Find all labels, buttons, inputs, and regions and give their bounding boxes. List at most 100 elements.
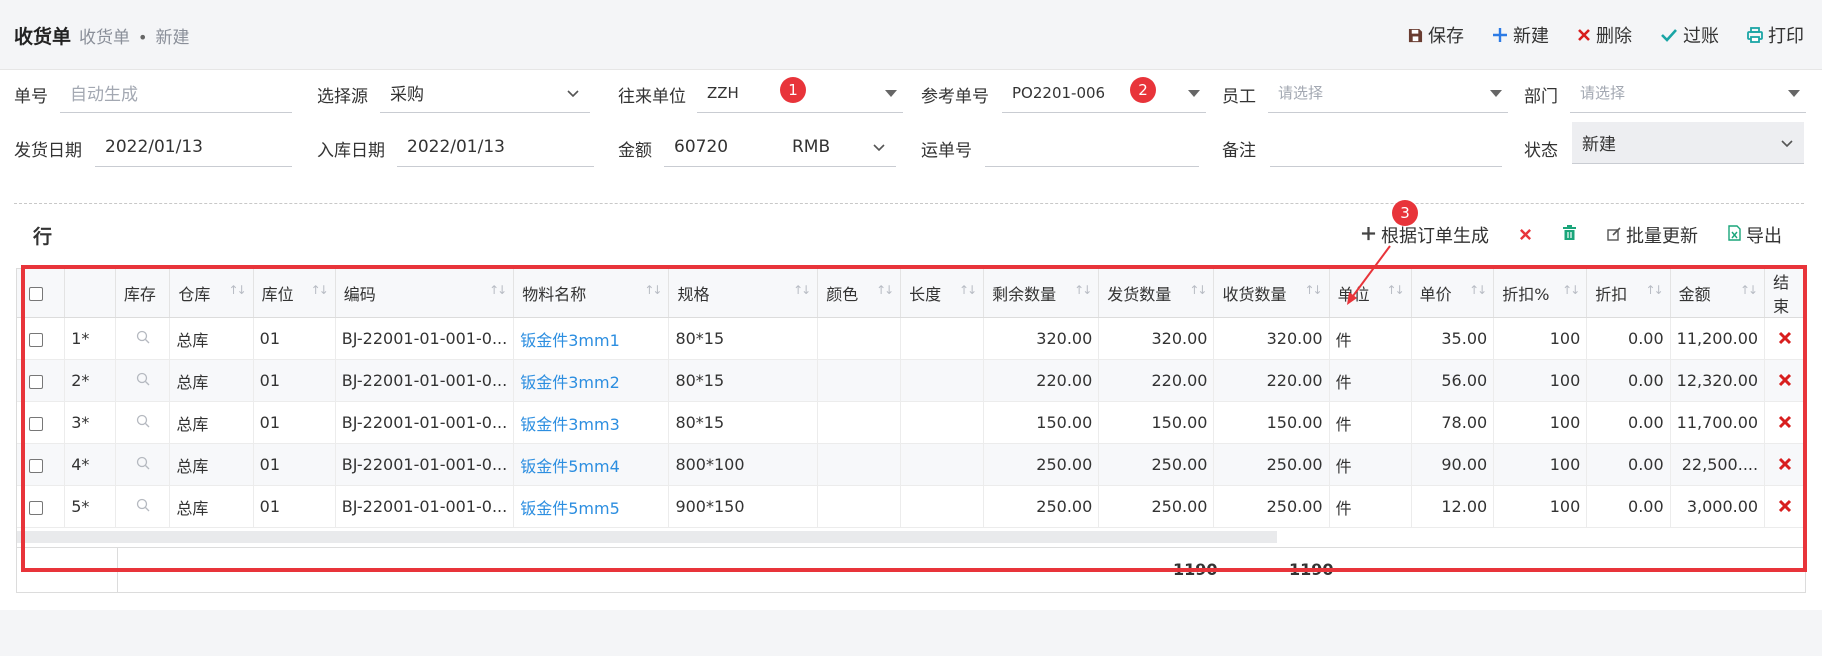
delete-button[interactable]: 删除: [1577, 22, 1632, 48]
sort-icon[interactable]: ↑↓: [793, 283, 811, 297]
close-icon[interactable]: [1778, 494, 1792, 519]
stock-lookup-cell[interactable]: [115, 443, 171, 486]
select-all-checkbox-cell[interactable]: [17, 269, 66, 318]
material-name-link[interactable]: 钣金件5mm4: [513, 443, 670, 486]
close-icon[interactable]: [1778, 410, 1792, 435]
row-checkbox[interactable]: [29, 416, 43, 431]
row-checkbox-cell[interactable]: [17, 443, 66, 486]
order-no-field[interactable]: 自动生成: [60, 73, 292, 113]
sort-icon[interactable]: ↑↓: [489, 283, 507, 297]
row-checkbox-cell[interactable]: [17, 317, 66, 360]
in-date-field[interactable]: 2022/01/13: [397, 127, 594, 167]
delete-row-cell[interactable]: [1764, 359, 1805, 402]
table-row[interactable]: 1* 总库 01 BJ-22001-01-001-0... 钣金件3mm1 80*15 32…: [17, 317, 1805, 360]
sort-icon[interactable]: ↑↓: [644, 283, 662, 297]
row-checkbox[interactable]: [29, 500, 43, 515]
close-icon[interactable]: [1778, 368, 1792, 393]
print-button[interactable]: 打印: [1747, 22, 1804, 48]
column-header-color[interactable]: 颜色 ↑↓: [817, 269, 902, 318]
status-select[interactable]: 新建: [1572, 122, 1804, 164]
column-header-price[interactable]: 单价 ↑↓: [1411, 269, 1495, 318]
save-button[interactable]: 保存: [1408, 22, 1464, 48]
sort-icon[interactable]: ↑↓: [876, 283, 894, 297]
ship-date-field[interactable]: 2022/01/13: [95, 127, 292, 167]
search-icon[interactable]: [136, 371, 150, 390]
search-icon[interactable]: [136, 497, 150, 516]
post-button[interactable]: 过账: [1660, 22, 1719, 48]
column-header-unit[interactable]: 单位 ↑↓: [1329, 269, 1412, 318]
sort-icon[interactable]: ↑↓: [311, 283, 329, 297]
sort-icon[interactable]: ↑↓: [1074, 283, 1092, 297]
search-icon[interactable]: [136, 413, 150, 432]
row-checkbox-cell[interactable]: [17, 401, 66, 444]
delete-row-cell[interactable]: [1764, 317, 1805, 360]
delete-row-cell[interactable]: [1764, 485, 1805, 528]
column-header-discount[interactable]: 折扣 ↑↓: [1586, 269, 1671, 318]
stock-lookup-cell[interactable]: [115, 317, 171, 360]
close-icon[interactable]: [1778, 452, 1792, 477]
stock-lookup-cell[interactable]: [115, 485, 171, 528]
material-name-link[interactable]: 钣金件5mm5: [513, 485, 670, 528]
sort-icon[interactable]: ↑↓: [1189, 283, 1207, 297]
column-header-amount[interactable]: 金额 ↑↓: [1670, 269, 1766, 318]
column-header-shipped-qty[interactable]: 发货数量 ↑↓: [1098, 269, 1215, 318]
stock-lookup-cell[interactable]: [115, 401, 171, 444]
dept-select[interactable]: 请选择: [1570, 73, 1806, 113]
row-checkbox-cell[interactable]: [17, 485, 66, 528]
sort-icon[interactable]: ↑↓: [1387, 283, 1405, 297]
table-row[interactable]: 4* 总库 01 BJ-22001-01-001-0... 钣金件5mm4 800*100…: [17, 443, 1805, 486]
batch-update-button[interactable]: 批量更新: [1607, 222, 1698, 248]
row-checkbox[interactable]: [29, 458, 43, 473]
column-header-material-name[interactable]: 物料名称 ↑↓: [513, 269, 670, 318]
sort-icon[interactable]: ↑↓: [1469, 283, 1487, 297]
close-icon[interactable]: [1778, 326, 1792, 351]
sort-icon[interactable]: ↑↓: [1304, 283, 1322, 297]
new-button[interactable]: 新建: [1492, 22, 1549, 48]
column-header-label: 结束: [1773, 273, 1790, 316]
close-icon: [1519, 225, 1532, 246]
sort-icon[interactable]: ↑↓: [1646, 283, 1664, 297]
search-icon[interactable]: [136, 329, 150, 348]
table-row[interactable]: 2* 总库 01 BJ-22001-01-001-0... 钣金件3mm2 80*15 22…: [17, 359, 1805, 402]
ref-no-select[interactable]: PO2201-006: [1002, 73, 1206, 113]
breadcrumb-parent[interactable]: 收货单: [79, 23, 130, 48]
sort-icon[interactable]: ↑↓: [1740, 283, 1758, 297]
remark-label: 备注: [1222, 141, 1256, 161]
source-select[interactable]: 采购: [380, 73, 590, 113]
employee-select[interactable]: 请选择: [1268, 73, 1508, 113]
row-checkbox[interactable]: [29, 374, 43, 389]
table-row[interactable]: 5* 总库 01 BJ-22001-01-001-0... 钣金件5mm5 900*150…: [17, 485, 1805, 528]
currency-value[interactable]: RMB: [792, 137, 830, 157]
waybill-field[interactable]: [985, 127, 1199, 167]
column-header-discount-pct[interactable]: 折扣% ↑↓: [1493, 269, 1588, 318]
page-title: 收货单: [14, 26, 72, 48]
material-name-link[interactable]: 钣金件3mm3: [513, 401, 670, 444]
remove-line-button[interactable]: [1519, 225, 1532, 246]
export-button[interactable]: 导出: [1728, 222, 1782, 248]
column-header-received-qty[interactable]: 收货数量 ↑↓: [1213, 269, 1330, 318]
column-header-remaining-qty[interactable]: 剩余数量 ↑↓: [983, 269, 1100, 318]
clear-lines-button[interactable]: [1562, 224, 1577, 246]
delete-row-cell[interactable]: [1764, 401, 1805, 444]
column-header-code[interactable]: 编码 ↑↓: [335, 269, 515, 318]
material-name-link[interactable]: 钣金件3mm1: [513, 317, 670, 360]
search-icon[interactable]: [136, 455, 150, 474]
row-checkbox[interactable]: [29, 332, 43, 347]
horizontal-scrollbar[interactable]: [17, 531, 1277, 543]
stock-lookup-cell[interactable]: [115, 359, 171, 402]
column-header-length[interactable]: 长度 ↑↓: [900, 269, 985, 318]
column-header-spec[interactable]: 规格 ↑↓: [668, 269, 819, 318]
delete-row-cell[interactable]: [1764, 443, 1805, 486]
column-header-location[interactable]: 库位 ↑↓: [253, 269, 336, 318]
column-header-warehouse[interactable]: 仓库 ↑↓: [169, 269, 254, 318]
sort-icon[interactable]: ↑↓: [1562, 283, 1580, 297]
remark-field[interactable]: [1270, 127, 1502, 167]
amount-field[interactable]: 60720 RMB: [664, 127, 896, 167]
select-all-checkbox[interactable]: [29, 287, 43, 301]
sort-icon[interactable]: ↑↓: [229, 283, 247, 297]
generate-from-order-button[interactable]: 根据订单生成: [1361, 222, 1489, 248]
table-row[interactable]: 3* 总库 01 BJ-22001-01-001-0... 钣金件3mm3 80*15 15…: [17, 401, 1805, 444]
sort-icon[interactable]: ↑↓: [959, 283, 977, 297]
material-name-link[interactable]: 钣金件3mm2: [513, 359, 670, 402]
row-checkbox-cell[interactable]: [17, 359, 66, 402]
